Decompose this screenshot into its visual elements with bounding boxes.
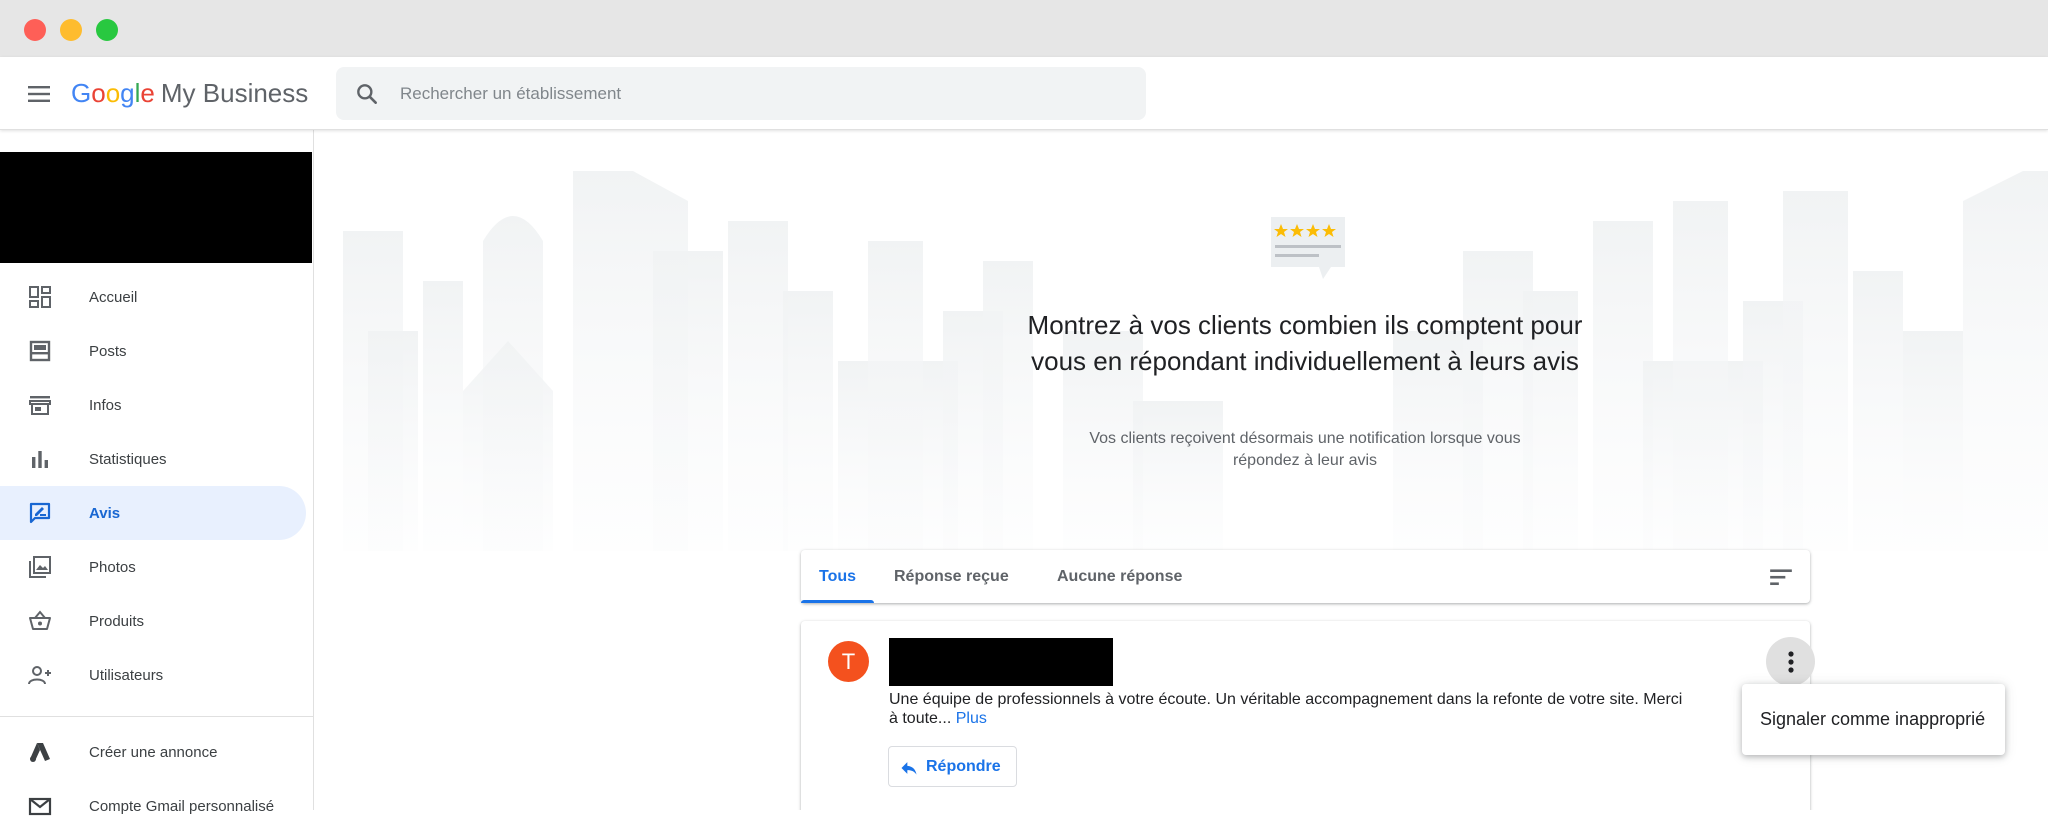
review-text-body: Une équipe de professionnels à votre éco… (889, 691, 1683, 727)
sidebar-divider (0, 716, 314, 717)
app-header: Google My Business (0, 57, 2048, 130)
posts-icon (29, 340, 51, 362)
logo-product-name: My Business (160, 78, 309, 108)
sidebar-item-accueil[interactable]: Accueil (0, 270, 306, 324)
reply-button[interactable]: Répondre (888, 746, 1017, 787)
sidebar-item-infos[interactable]: Infos (0, 378, 306, 432)
review-more-link[interactable]: Plus (956, 710, 987, 727)
sidebar-item-avis[interactable]: Avis (0, 486, 306, 540)
person-add-icon (28, 666, 51, 685)
sidebar-item-compte-gmail[interactable]: Compte Gmail personnalisé (0, 779, 306, 833)
gmail-icon (28, 797, 52, 816)
review-text: Une équipe de professionnels à votre éco… (889, 690, 1689, 728)
business-name-redacted (0, 152, 312, 263)
bar-chart-icon (32, 451, 48, 468)
tab-reponse-recue[interactable]: Réponse reçue (876, 550, 1027, 603)
sidebar-item-posts[interactable]: Posts (0, 324, 306, 378)
tab-aucune-reponse[interactable]: Aucune réponse (1039, 550, 1200, 603)
logo-letter: g (120, 78, 135, 108)
sidebar-item-utilisateurs[interactable]: Utilisateurs (0, 648, 306, 702)
window-maximize-button[interactable] (96, 19, 118, 41)
reply-arrow-icon (901, 762, 917, 775)
sidebar-item-produits[interactable]: Produits (0, 594, 306, 648)
dashboard-icon (29, 286, 51, 308)
sidebar-item-label: Créer une annonce (89, 743, 218, 761)
sidebar-nav: Accueil Posts Infos Statistiques Avis Ph… (0, 270, 314, 833)
sidebar-item-label: Infos (89, 396, 122, 414)
reviewer-avatar: T (828, 641, 869, 682)
sidebar-item-creer-une-annonce[interactable]: Créer une annonce (0, 725, 306, 779)
main-menu-button[interactable] (24, 79, 54, 109)
sidebar-item-label: Utilisateurs (89, 666, 164, 684)
sidebar-item-label: Avis (89, 504, 121, 522)
google-my-business-logo[interactable]: Google My Business (71, 76, 308, 110)
logo-letter: o (91, 78, 106, 108)
photo-library-icon (29, 556, 51, 578)
sidebar: Accueil Posts Infos Statistiques Avis Ph… (0, 130, 314, 816)
reviews-hero-subtitle: Vos clients reçoivent désormais une noti… (1089, 430, 1521, 469)
tab-tous[interactable]: Tous (801, 550, 875, 603)
storefront-icon (29, 396, 51, 415)
window-close-button[interactable] (24, 19, 46, 41)
review-card: T Une équipe de professionnels à votre é… (801, 621, 1815, 810)
sidebar-item-label: Posts (89, 342, 127, 360)
review-options-menu: Signaler comme inapproprié (1742, 684, 2005, 755)
search-icon (357, 84, 377, 104)
reviews-filter-tabs: Tous Réponse reçue Aucune réponse (801, 550, 1810, 603)
rate-review-icon (29, 502, 51, 524)
sidebar-item-label: Compte Gmail personnalisé (89, 797, 275, 815)
more-vert-icon (1787, 650, 1794, 673)
reviewer-name-redacted (889, 638, 1113, 686)
logo-letter: o (105, 78, 121, 108)
review-more-options-button[interactable] (1766, 637, 1815, 686)
sidebar-item-label: Photos (89, 558, 136, 576)
sidebar-item-statistiques[interactable]: Statistiques (0, 432, 306, 486)
reply-button-label: Répondre (926, 757, 1001, 775)
shopping-basket-icon (29, 610, 51, 630)
sidebar-item-photos[interactable]: Photos (0, 540, 306, 594)
search-input[interactable] (400, 67, 1120, 120)
review-stars-bubble-icon (1271, 217, 1345, 279)
hamburger-menu-icon (28, 86, 50, 102)
sidebar-item-label: Statistiques (89, 450, 167, 468)
logo-letter: e (140, 78, 155, 108)
sort-icon[interactable] (1768, 564, 1794, 590)
window-minimize-button[interactable] (60, 19, 82, 41)
sidebar-item-label: Accueil (89, 288, 138, 306)
window-title-bar (0, 0, 2048, 57)
google-ads-icon (30, 743, 50, 762)
sidebar-item-label: Produits (89, 612, 145, 630)
menu-item-report-inappropriate[interactable]: Signaler comme inapproprié (1760, 684, 1985, 755)
logo-letter: G (71, 78, 92, 108)
search-bar[interactable] (336, 67, 1146, 120)
reviews-hero-title: Montrez à vos clients combien ils compte… (1027, 310, 1583, 376)
